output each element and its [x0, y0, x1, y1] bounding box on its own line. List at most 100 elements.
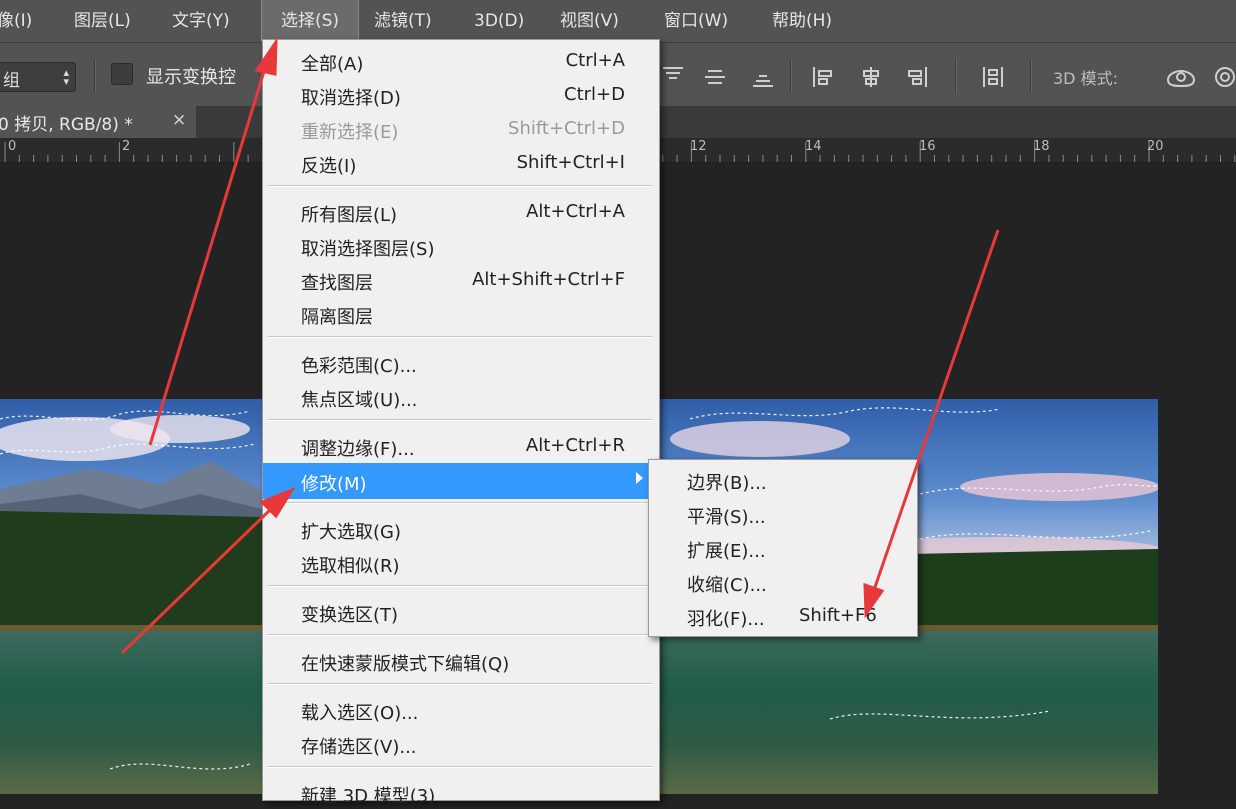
show-transform-checkbox[interactable]: [111, 63, 133, 85]
menu-item-label: 调整边缘(F)...: [301, 439, 415, 460]
menu-item-quick-mask[interactable]: 在快速蒙版模式下编辑(Q): [263, 645, 659, 677]
menu-item-label: 反选(I): [301, 156, 357, 177]
menu-separator: [267, 585, 653, 587]
ruler-label: 12: [690, 139, 707, 154]
menu-item-grow[interactable]: 扩大选取(G): [263, 513, 659, 545]
menu-type[interactable]: 文字(Y): [172, 0, 230, 42]
document-tab[interactable]: 0 拷贝, RGB/8) * ×: [0, 106, 196, 138]
menu-item-inverse[interactable]: 反选(I) Shift+Ctrl+I: [263, 147, 659, 179]
menu-item-label: 载入选区(O)...: [301, 703, 419, 724]
menu-item-label: 新建 3D 模型(3): [301, 786, 436, 807]
align-vcenter-icon[interactable]: [702, 64, 728, 90]
submenu-item-label: 羽化(F)...: [687, 609, 765, 630]
menu-item-label: 焦点区域(U)...: [301, 390, 418, 411]
submenu-item-expand[interactable]: 扩展(E)...: [649, 532, 917, 564]
submenu-arrow-icon: [636, 472, 643, 484]
auto-select-dropdown[interactable]: 组 ▴ ▾: [0, 62, 76, 92]
menu-separator: [267, 766, 653, 768]
submenu-item-feather[interactable]: 羽化(F)... Shift+F6: [649, 600, 917, 632]
submenu-item-label: 扩展(E)...: [687, 541, 766, 562]
menu-item-label: 选取相似(R): [301, 556, 400, 577]
menu-image[interactable]: 像(I): [0, 0, 47, 42]
ruler-label: 14: [805, 139, 822, 154]
auto-select-value: 组: [3, 71, 20, 91]
dropdown-updown-icon: ▴ ▾: [63, 66, 69, 88]
3d-roll-icon[interactable]: [1210, 64, 1236, 90]
submenu-item-shortcut: Shift+F6: [799, 605, 877, 626]
menu-item-label: 扩大选取(G): [301, 522, 401, 543]
ruler-label: 2: [122, 139, 131, 154]
menu-item-deselect-layers[interactable]: 取消选择图层(S): [263, 230, 659, 262]
ruler-label: 20: [1147, 139, 1164, 154]
menu-item-shortcut: Shift+Ctrl+I: [516, 152, 625, 173]
menu-item-load-selection[interactable]: 载入选区(O)...: [263, 694, 659, 726]
menu-separator: [267, 634, 653, 636]
menu-item-find-layers[interactable]: 查找图层 Alt+Shift+Ctrl+F: [263, 264, 659, 296]
close-icon[interactable]: ×: [172, 110, 186, 130]
menu-view[interactable]: 视图(V): [560, 0, 619, 42]
menu-item-shortcut: Ctrl+D: [564, 84, 625, 105]
show-transform-label: 显示变换控: [146, 67, 236, 88]
menu-item-transform-selection[interactable]: 变换选区(T): [263, 596, 659, 628]
menu-select[interactable]: 选择(S): [261, 0, 359, 43]
menu-item-label: 重新选择(E): [301, 122, 399, 143]
3d-rotate-icon[interactable]: [1164, 64, 1198, 90]
menu-item-color-range[interactable]: 色彩范围(C)...: [263, 347, 659, 379]
menu-item-label: 所有图层(L): [301, 205, 398, 226]
menu-item-refine-edge[interactable]: 调整边缘(F)... Alt+Ctrl+R: [263, 430, 659, 462]
menu-item-all-layers[interactable]: 所有图层(L) Alt+Ctrl+A: [263, 196, 659, 228]
menu-item-label: 查找图层: [301, 273, 373, 294]
menu-separator: [267, 419, 653, 421]
divider: [955, 59, 957, 93]
menu-item-all[interactable]: 全部(A) Ctrl+A: [263, 45, 659, 77]
submenu-item-label: 收缩(C)...: [687, 575, 767, 596]
distribute-icon[interactable]: [980, 64, 1006, 90]
menu-item-label: 在快速蒙版模式下编辑(Q): [301, 654, 510, 675]
modify-submenu: 边界(B)... 平滑(S)... 扩展(E)... 收缩(C)... 羽化(F…: [648, 459, 918, 637]
ruler-label: 18: [1033, 139, 1050, 154]
divider: [1030, 59, 1032, 93]
menu-item-label: 取消选择(D): [301, 88, 401, 109]
menu-item-isolate-layers[interactable]: 隔离图层: [263, 298, 659, 330]
document-tab-title: 0 拷贝, RGB/8) *: [0, 115, 133, 135]
menu-item-label: 全部(A): [301, 54, 364, 75]
align-bottom-icon[interactable]: [750, 64, 776, 90]
submenu-item-smooth[interactable]: 平滑(S)...: [649, 498, 917, 530]
menu-item-similar[interactable]: 选取相似(R): [263, 547, 659, 579]
menu-item-label: 变换选区(T): [301, 605, 399, 626]
menu-window[interactable]: 窗口(W): [664, 0, 728, 42]
menu-item-label: 隔离图层: [301, 307, 373, 328]
menu-item-focus-area[interactable]: 焦点区域(U)...: [263, 381, 659, 413]
menu-item-label: 存储选区(V)...: [301, 737, 417, 758]
menu-bar: 像(I) 图层(L) 文字(Y) 选择(S) 滤镜(T) 3D(D) 视图(V)…: [0, 0, 1236, 43]
menu-item-shortcut: Alt+Ctrl+A: [526, 201, 625, 222]
menu-item-modify[interactable]: 修改(M): [263, 463, 659, 499]
menu-item-deselect[interactable]: 取消选择(D) Ctrl+D: [263, 79, 659, 111]
select-menu-dropdown: 全部(A) Ctrl+A 取消选择(D) Ctrl+D 重新选择(E) Shif…: [262, 39, 660, 807]
menu-separator: [267, 336, 653, 338]
menu-item-shortcut: Alt+Ctrl+R: [525, 435, 625, 456]
submenu-item-label: 平滑(S)...: [687, 507, 766, 528]
menu-help[interactable]: 帮助(H): [772, 0, 832, 42]
divider: [790, 59, 792, 93]
submenu-item-label: 边界(B)...: [687, 473, 767, 494]
menu-item-label: 取消选择图层(S): [301, 239, 435, 260]
menu-filter[interactable]: 滤镜(T): [374, 0, 432, 42]
menu-item-reselect: 重新选择(E) Shift+Ctrl+D: [263, 113, 659, 145]
divider: [94, 59, 96, 93]
submenu-item-contract[interactable]: 收缩(C)...: [649, 566, 917, 598]
align-top-icon[interactable]: [660, 64, 686, 90]
menu-item-save-selection[interactable]: 存储选区(V)...: [263, 728, 659, 760]
ruler-label: 0: [8, 139, 17, 154]
ruler-label: 16: [919, 139, 936, 154]
align-hcenter-icon[interactable]: [858, 64, 884, 90]
align-left-icon[interactable]: [810, 64, 836, 90]
submenu-item-border[interactable]: 边界(B)...: [649, 464, 917, 496]
menu-layer[interactable]: 图层(L): [74, 0, 131, 42]
menu-3d[interactable]: 3D(D): [474, 0, 524, 42]
menu-item-new-3d-model[interactable]: 新建 3D 模型(3): [263, 777, 659, 809]
menu-item-label: 色彩范围(C)...: [301, 356, 417, 377]
menu-item-shortcut: Ctrl+A: [565, 50, 625, 71]
align-right-icon[interactable]: [904, 64, 930, 90]
menu-item-label: 修改(M): [301, 474, 367, 495]
